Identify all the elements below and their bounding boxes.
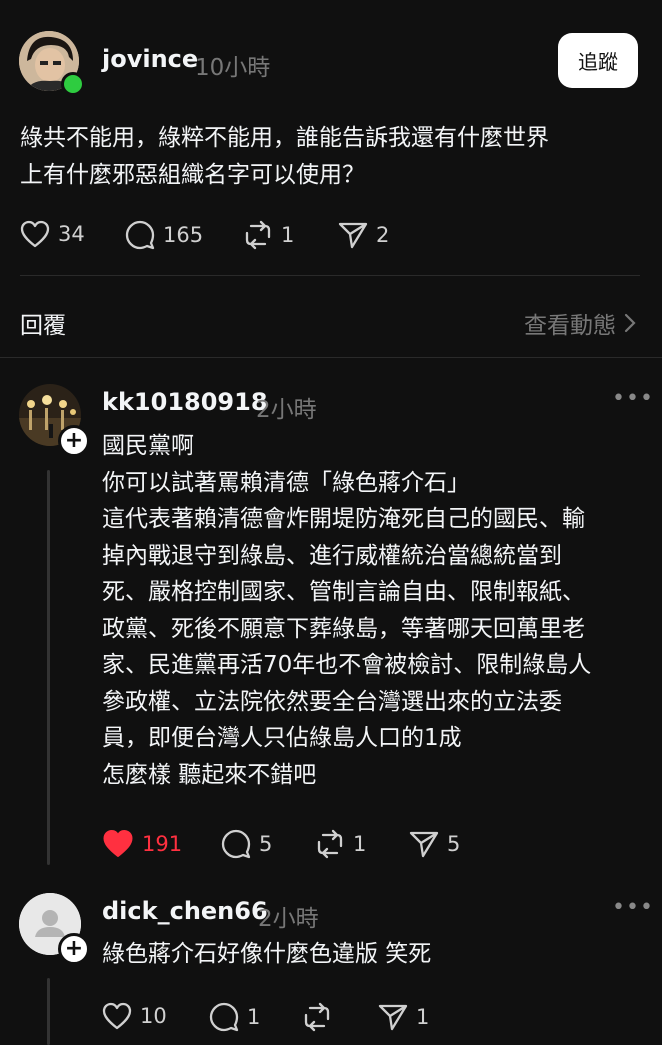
reply-author-name[interactable]: dick_chen66 xyxy=(102,897,268,925)
post-comment-button[interactable]: 165 xyxy=(125,220,203,250)
post-comment-count: 165 xyxy=(163,223,204,247)
view-activity-link[interactable]: 查看動態 xyxy=(524,306,636,340)
reply-share-count: 5 xyxy=(447,832,461,856)
section-divider xyxy=(0,357,662,358)
reply-text: 國民黨啊 你可以試著罵賴清德「綠色蔣介石」 這代表著賴清德會炸開堤防淹死自己的國… xyxy=(102,433,592,788)
post-repost-button[interactable]: 1 xyxy=(243,220,294,250)
reply-like-count: 191 xyxy=(142,831,183,856)
post-share-count: 2 xyxy=(376,223,390,247)
reply-text: 綠色蔣介石好像什麼色違版 笑死 xyxy=(102,941,432,967)
post-share-button[interactable]: 2 xyxy=(338,220,389,250)
reply-like-count: 10 xyxy=(140,1004,167,1028)
post-like-button[interactable]: 34 xyxy=(20,220,85,248)
share-icon xyxy=(378,1004,408,1031)
view-activity-label: 查看動態 xyxy=(524,313,616,339)
reply-repost-button[interactable] xyxy=(302,1002,340,1032)
reply-timestamp: 2小時 xyxy=(258,906,319,932)
comment-icon xyxy=(209,1002,239,1032)
reply-repost-count: 1 xyxy=(353,832,367,856)
chevron-right-icon xyxy=(624,313,636,333)
online-indicator xyxy=(61,72,85,96)
follow-plus-icon[interactable]: + xyxy=(58,425,90,457)
thread-line xyxy=(47,978,50,1045)
more-options-icon[interactable]: ••• xyxy=(612,386,654,411)
follow-button[interactable]: 追蹤 xyxy=(558,33,638,88)
replies-label: 回覆 xyxy=(20,313,66,339)
reply-comment-count: 1 xyxy=(247,1005,261,1029)
follow-plus-icon[interactable]: + xyxy=(58,933,90,965)
post-repost-count: 1 xyxy=(281,223,295,247)
heart-icon xyxy=(103,830,133,857)
reply-like-button[interactable]: 10 xyxy=(102,1002,167,1030)
comment-icon xyxy=(125,220,155,250)
reply-share-button[interactable]: 1 xyxy=(378,1002,429,1032)
more-options-icon[interactable]: ••• xyxy=(612,895,654,920)
heart-icon xyxy=(20,220,50,248)
reply-author-name[interactable]: kk10180918 xyxy=(102,388,268,416)
share-icon xyxy=(409,831,439,858)
reply-like-button[interactable]: 191 xyxy=(102,829,182,858)
reply-share-button[interactable]: 5 xyxy=(409,829,460,859)
thread-line xyxy=(47,470,50,865)
comment-icon xyxy=(221,829,251,859)
post-divider xyxy=(20,275,640,276)
reply-comment-count: 5 xyxy=(259,832,273,856)
post-author-name[interactable]: jovince xyxy=(102,45,198,73)
reply-repost-button[interactable]: 1 xyxy=(315,829,366,859)
reply-comment-button[interactable]: 5 xyxy=(221,829,272,859)
repost-icon xyxy=(245,220,271,250)
reply-share-count: 1 xyxy=(416,1005,430,1029)
post-timestamp: 10小時 xyxy=(195,55,271,81)
heart-icon xyxy=(102,1002,132,1030)
repost-icon xyxy=(317,829,343,859)
reply-timestamp: 2小時 xyxy=(256,397,317,423)
post-text: 綠共不能用，綠粹不能用，誰能告訴我還有什麼世界 上有什麼邪惡組織名字可以使用？ xyxy=(20,125,549,188)
repost-icon xyxy=(304,1002,330,1032)
share-icon xyxy=(338,222,368,249)
post-like-count: 34 xyxy=(58,222,85,246)
reply-comment-button[interactable]: 1 xyxy=(209,1002,260,1032)
